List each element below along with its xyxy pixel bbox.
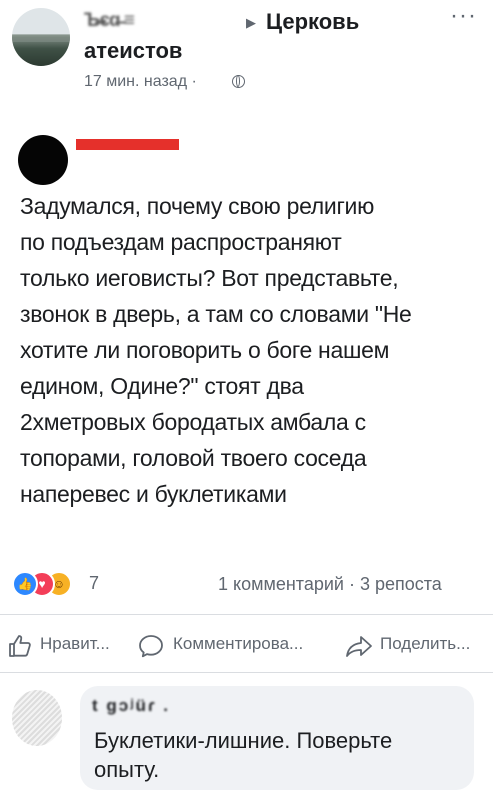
quoted-author-avatar [18,135,68,185]
post-text: Задумался, почему свою религию по подъез… [20,193,412,507]
post-timestamp[interactable]: 17 мин. назад · [84,73,197,91]
share-button[interactable]: Поделить... [380,634,470,654]
comment-author[interactable]: t gɔʲüɾ . [92,696,170,716]
like-button[interactable]: Нравит... [40,634,110,654]
like-reaction-icon: 👍 [12,571,38,597]
divider [0,614,493,615]
reaction-count[interactable]: 7 [89,573,99,594]
page-avatar[interactable] [12,8,70,66]
comment-text: Буклетики-лишние. Поверьте опыту. [94,728,393,782]
divider [0,672,493,673]
share-icon[interactable] [345,634,373,663]
group-name[interactable]: Церковь [266,9,359,35]
thumbs-up-icon[interactable] [8,634,32,663]
comment-icon[interactable] [138,634,164,663]
commenter-avatar[interactable] [12,690,62,746]
arrow-right-icon: ▶ [246,15,256,30]
globe-icon [232,75,245,88]
group-name-continued[interactable]: атеистов [84,38,182,64]
comment-button[interactable]: Комментирова... [173,634,303,654]
author-name[interactable]: Ъ̶єɑ̶ ≡ [84,10,135,32]
redacted-name-bar [76,139,179,150]
comments-shares-count[interactable]: 1 комментарий · 3 репоста [218,574,442,595]
more-icon[interactable]: ··· [450,2,477,30]
